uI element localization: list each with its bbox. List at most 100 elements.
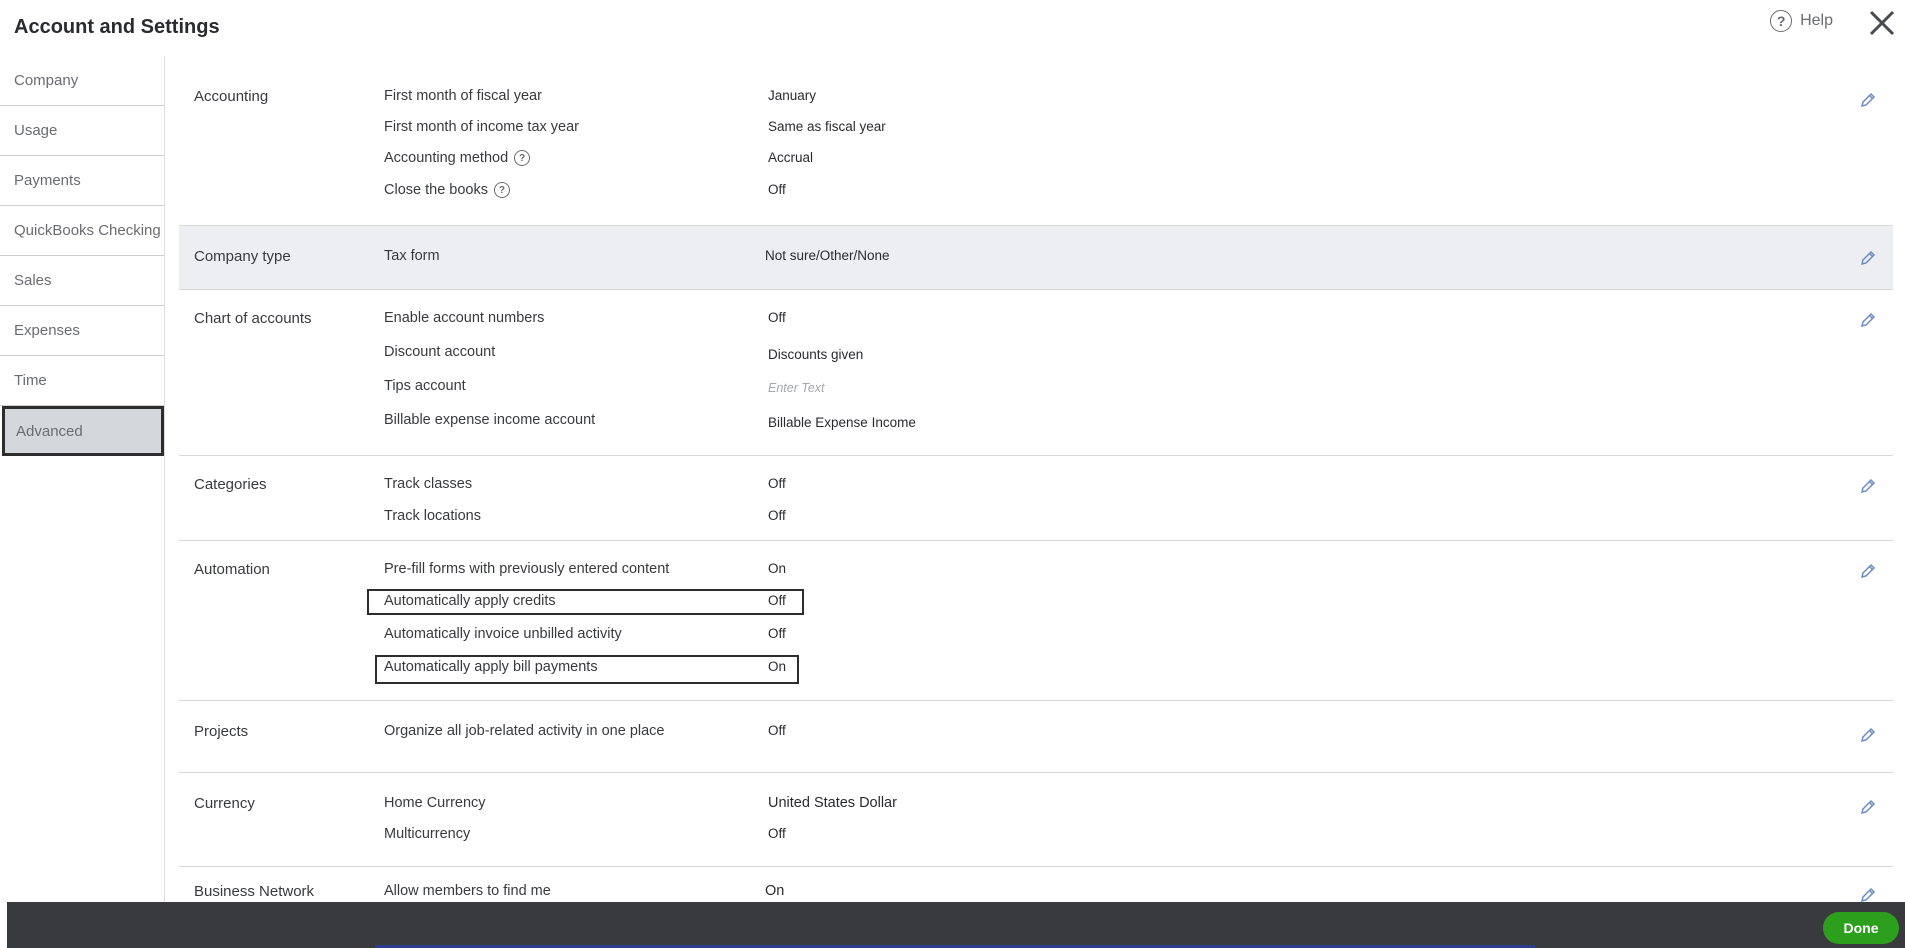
setting-value: Discounts given <box>768 347 864 362</box>
setting-row: Pre-fill forms with previously entered c… <box>179 561 1893 585</box>
setting-value: On <box>765 883 785 899</box>
setting-row: First month of income tax year Same as f… <box>179 119 1893 143</box>
help-button[interactable]: ? Help <box>1770 10 1833 32</box>
close-icon <box>1869 10 1895 36</box>
help-label: Help <box>1800 12 1833 29</box>
setting-row: Accounting method? Accrual <box>179 150 1893 174</box>
setting-label: First month of fiscal year <box>384 88 542 104</box>
setting-row: Automatically invoice unbilled activity … <box>179 626 1893 650</box>
sidebar-item-sales[interactable]: Sales <box>0 256 164 306</box>
setting-row: Enable account numbers Off <box>179 310 1893 334</box>
sidebar-item-label: Company <box>14 72 79 89</box>
setting-value: On <box>768 659 787 674</box>
edit-pencil-icon[interactable] <box>1858 725 1878 745</box>
setting-value: United States Dollar <box>768 795 897 811</box>
setting-row: Home Currency United States Dollar <box>179 795 1893 819</box>
setting-value: Off <box>768 626 786 641</box>
settings-content: Accounting First month of fiscal year Ja… <box>179 56 1893 902</box>
setting-row: Allow members to find me On <box>179 883 1893 902</box>
help-circle-icon[interactable]: ? <box>493 182 510 198</box>
sidebar-item-label: Sales <box>14 272 52 289</box>
setting-value: Off <box>768 593 786 608</box>
edit-pencil-icon[interactable] <box>1858 561 1878 581</box>
help-icon: ? <box>1770 10 1793 32</box>
sidebar-item-payments[interactable]: Payments <box>0 156 164 206</box>
section-currency[interactable]: Currency Home Currency United States Dol… <box>179 773 1893 867</box>
setting-value: Off <box>768 182 786 197</box>
section-accounting[interactable]: Accounting First month of fiscal year Ja… <box>179 56 1893 226</box>
setting-row: First month of fiscal year January <box>179 88 1893 112</box>
edit-pencil-icon[interactable] <box>1858 310 1878 330</box>
sidebar-item-label: QuickBooks Checking <box>14 222 161 239</box>
setting-value: Same as fiscal year <box>768 119 886 134</box>
setting-row: Track locations Off <box>179 508 1893 532</box>
edit-pencil-icon[interactable] <box>1858 476 1878 496</box>
setting-label: Automatically apply credits <box>384 593 556 609</box>
page-title: Account and Settings <box>14 16 220 38</box>
sidebar-item-label: Time <box>14 372 47 389</box>
section-automation[interactable]: Automation Pre-fill forms with previousl… <box>179 541 1893 701</box>
setting-label-text: Close the books <box>384 182 488 198</box>
edit-pencil-icon[interactable] <box>1858 797 1878 817</box>
setting-label: Home Currency <box>384 795 486 811</box>
sidebar-item-advanced[interactable]: Advanced <box>2 406 164 456</box>
done-button[interactable]: Done <box>1823 912 1899 944</box>
setting-value: Off <box>768 310 786 325</box>
help-circle-icon[interactable]: ? <box>514 150 531 166</box>
setting-label: First month of income tax year <box>384 119 580 135</box>
setting-value: Off <box>768 723 786 738</box>
setting-label: Accounting method? <box>384 150 531 166</box>
tips-account-input[interactable]: Enter Text <box>768 381 825 395</box>
setting-label: Organize all job-related activity in one… <box>384 723 665 739</box>
section-categories[interactable]: Categories Track classes Off Track locat… <box>179 456 1893 541</box>
setting-value: Off <box>768 826 786 841</box>
setting-row: Billable expense income account Billable… <box>179 412 1893 436</box>
setting-value: Off <box>768 476 786 491</box>
sidebar-item-time[interactable]: Time <box>0 356 164 406</box>
setting-label: Multicurrency <box>384 826 471 842</box>
close-button[interactable] <box>1865 6 1899 40</box>
setting-label: Track classes <box>384 476 473 492</box>
section-company-type[interactable]: Company type Tax form Not sure/Other/Non… <box>179 226 1893 290</box>
setting-row: Track classes Off <box>179 476 1893 500</box>
setting-value: Accrual <box>768 150 814 165</box>
sidebar-item-label: Payments <box>14 172 81 189</box>
setting-label: Track locations <box>384 508 481 524</box>
setting-row: Discount account Discounts given <box>179 344 1893 368</box>
sidebar-item-label: Advanced <box>16 422 83 440</box>
setting-label: Automatically apply bill payments <box>384 659 598 675</box>
setting-label: Enable account numbers <box>384 310 545 326</box>
setting-row: Close the books? Off <box>179 182 1893 206</box>
setting-value: January <box>768 88 817 103</box>
edit-pencil-icon[interactable] <box>1858 248 1878 268</box>
setting-value: Not sure/Other/None <box>765 248 890 263</box>
setting-value: On <box>768 561 787 576</box>
setting-label: Tips account <box>384 378 466 394</box>
settings-sidebar: Company Usage Payments QuickBooks Checki… <box>0 56 165 902</box>
setting-row: Automatically apply bill payments On <box>179 659 1893 683</box>
sidebar-item-company[interactable]: Company <box>0 56 164 106</box>
setting-label: Tax form <box>384 248 440 264</box>
setting-label: Automatically invoice unbilled activity <box>384 626 622 642</box>
setting-label: Billable expense income account <box>384 412 596 428</box>
setting-label: Close the books? <box>384 182 510 198</box>
sidebar-item-label: Expenses <box>14 322 80 339</box>
setting-label: Allow members to find me <box>384 883 551 899</box>
setting-value: Off <box>768 508 786 523</box>
edit-pencil-icon[interactable] <box>1858 885 1878 902</box>
sidebar-item-expenses[interactable]: Expenses <box>0 306 164 356</box>
sidebar-item-usage[interactable]: Usage <box>0 106 164 156</box>
setting-row: Tax form Not sure/Other/None <box>179 248 1893 272</box>
setting-label: Discount account <box>384 344 496 360</box>
setting-row: Automatically apply credits Off <box>179 593 1893 617</box>
edit-pencil-icon[interactable] <box>1858 90 1878 110</box>
section-chart-of-accounts[interactable]: Chart of accounts Enable account numbers… <box>179 290 1893 456</box>
section-business-network[interactable]: Business Network Allow members to find m… <box>179 867 1893 902</box>
sidebar-item-quickbooks-checking[interactable]: QuickBooks Checking <box>0 206 164 256</box>
setting-label: Pre-fill forms with previously entered c… <box>384 561 670 577</box>
sidebar-item-label: Usage <box>14 122 58 139</box>
section-projects[interactable]: Projects Organize all job-related activi… <box>179 701 1893 773</box>
setting-row: Multicurrency Off <box>179 826 1893 850</box>
footer-bar: Done <box>7 902 1905 948</box>
setting-row: Organize all job-related activity in one… <box>179 723 1893 747</box>
